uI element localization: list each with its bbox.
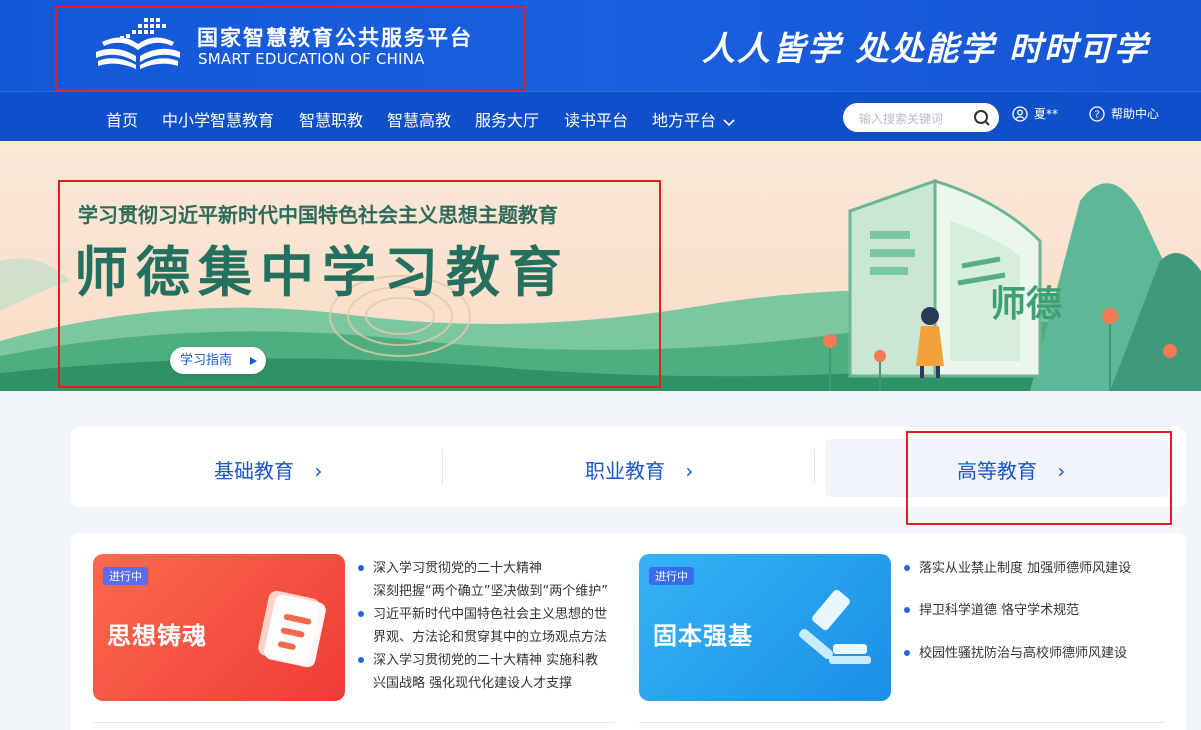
svg-text:?: ? — [1094, 109, 1099, 120]
list-item[interactable]: 深入学习贯彻党的二十大精神 实施科教 — [357, 649, 608, 672]
basic-education-label: 基础教育 — [214, 459, 294, 483]
card-foundation-bullets: 落实从业禁止制度 加强师德师风建设 捍卫科学道德 恪守学术规范 校园性骚扰防治与… — [903, 557, 1131, 665]
help-center-link[interactable]: ? 帮助中心 — [1089, 105, 1159, 122]
nav-item-home[interactable]: 首页 — [106, 107, 138, 131]
list-item[interactable]: 捍卫科学道德 恪守学术规范 — [903, 599, 1131, 622]
help-center-label: 帮助中心 — [1111, 107, 1160, 121]
chevron-right-icon: › — [685, 459, 694, 483]
card-title: 思想铸魂 — [107, 622, 207, 650]
hero-banner[interactable]: 师德 学习贯彻习近平新时代中国特色社会主义思想主题教育 师德集中学习教育 学习指… — [0, 141, 1201, 391]
nav-item-reading[interactable]: 读书平台 — [564, 107, 628, 131]
user-icon — [1012, 105, 1028, 122]
search-box[interactable]: 输入搜索关键词 — [843, 103, 999, 132]
divider — [93, 722, 615, 723]
gavel-icon — [799, 589, 871, 664]
chevron-right-icon: › — [314, 459, 323, 483]
list-item[interactable]: 落实从业禁止制度 加强师德师风建设 — [903, 557, 1131, 580]
search-input[interactable]: 输入搜索关键词 — [859, 110, 943, 127]
document-icon — [258, 590, 326, 668]
banner-art-text: 师德 — [990, 284, 1062, 325]
basic-education-link[interactable]: 基础教育 › — [214, 455, 322, 484]
card-foundation[interactable]: 进行中 固本强基 — [639, 554, 891, 701]
card-title: 固本强基 — [653, 622, 753, 650]
banner-highlight-box — [58, 180, 661, 388]
divider — [442, 449, 443, 485]
vocational-education-link[interactable]: 职业教育 › — [585, 455, 693, 484]
nav-item-higher-ed[interactable]: 智慧高教 — [387, 107, 451, 131]
card-thought-bullets: 深入学习贯彻党的二十大精神 深刻把握“两个确立”坚决做到“两个维护” 习近平新时… — [357, 557, 608, 695]
list-item[interactable]: 深入学习贯彻党的二十大精神 — [357, 557, 608, 580]
list-item[interactable]: 界观、方法论和贯穿其中的立场观点方法 — [357, 626, 608, 649]
list-item[interactable]: 兴国战略 强化现代化建设人才支撑 — [357, 672, 608, 695]
help-icon: ? — [1089, 105, 1105, 122]
user-name: 夏** — [1034, 107, 1059, 121]
nav-item-local-label: 地方平台 — [652, 111, 717, 130]
nav-item-service-hall[interactable]: 服务大厅 — [475, 107, 539, 131]
status-badge: 进行中 — [649, 567, 694, 585]
nav-item-vocational[interactable]: 智慧职教 — [299, 107, 363, 131]
list-item[interactable]: 习近平新时代中国特色社会主义思想的世 — [357, 603, 608, 626]
list-item[interactable]: 深刻把握“两个确立”坚决做到“两个维护” — [357, 580, 608, 603]
divider — [639, 722, 1165, 723]
content-panel: 进行中 思想铸魂 深入学习贯彻党的二十大精神 深刻把握“两个确立”坚决做到“两个… — [71, 533, 1186, 730]
divider — [814, 449, 815, 485]
nav-item-k12[interactable]: 中小学智慧教育 — [162, 107, 274, 131]
higher-education-highlight-box — [906, 431, 1172, 525]
status-badge: 进行中 — [103, 567, 148, 585]
chevron-down-icon — [723, 118, 735, 126]
card-thought[interactable]: 进行中 思想铸魂 — [93, 554, 345, 701]
search-icon[interactable] — [973, 109, 991, 127]
logo-highlight-box — [55, 6, 525, 91]
user-menu[interactable]: 夏** — [1012, 105, 1058, 122]
vocational-education-label: 职业教育 — [585, 459, 665, 483]
list-item[interactable]: 校园性骚扰防治与高校师德师风建设 — [903, 642, 1131, 665]
main-nav: 首页 中小学智慧教育 智慧职教 智慧高教 服务大厅 读书平台 地方平台 输入搜索… — [0, 91, 1201, 141]
nav-item-local[interactable]: 地方平台 — [652, 107, 735, 131]
header-slogan: 人人皆学 处处能学 时时可学 — [702, 29, 1149, 68]
